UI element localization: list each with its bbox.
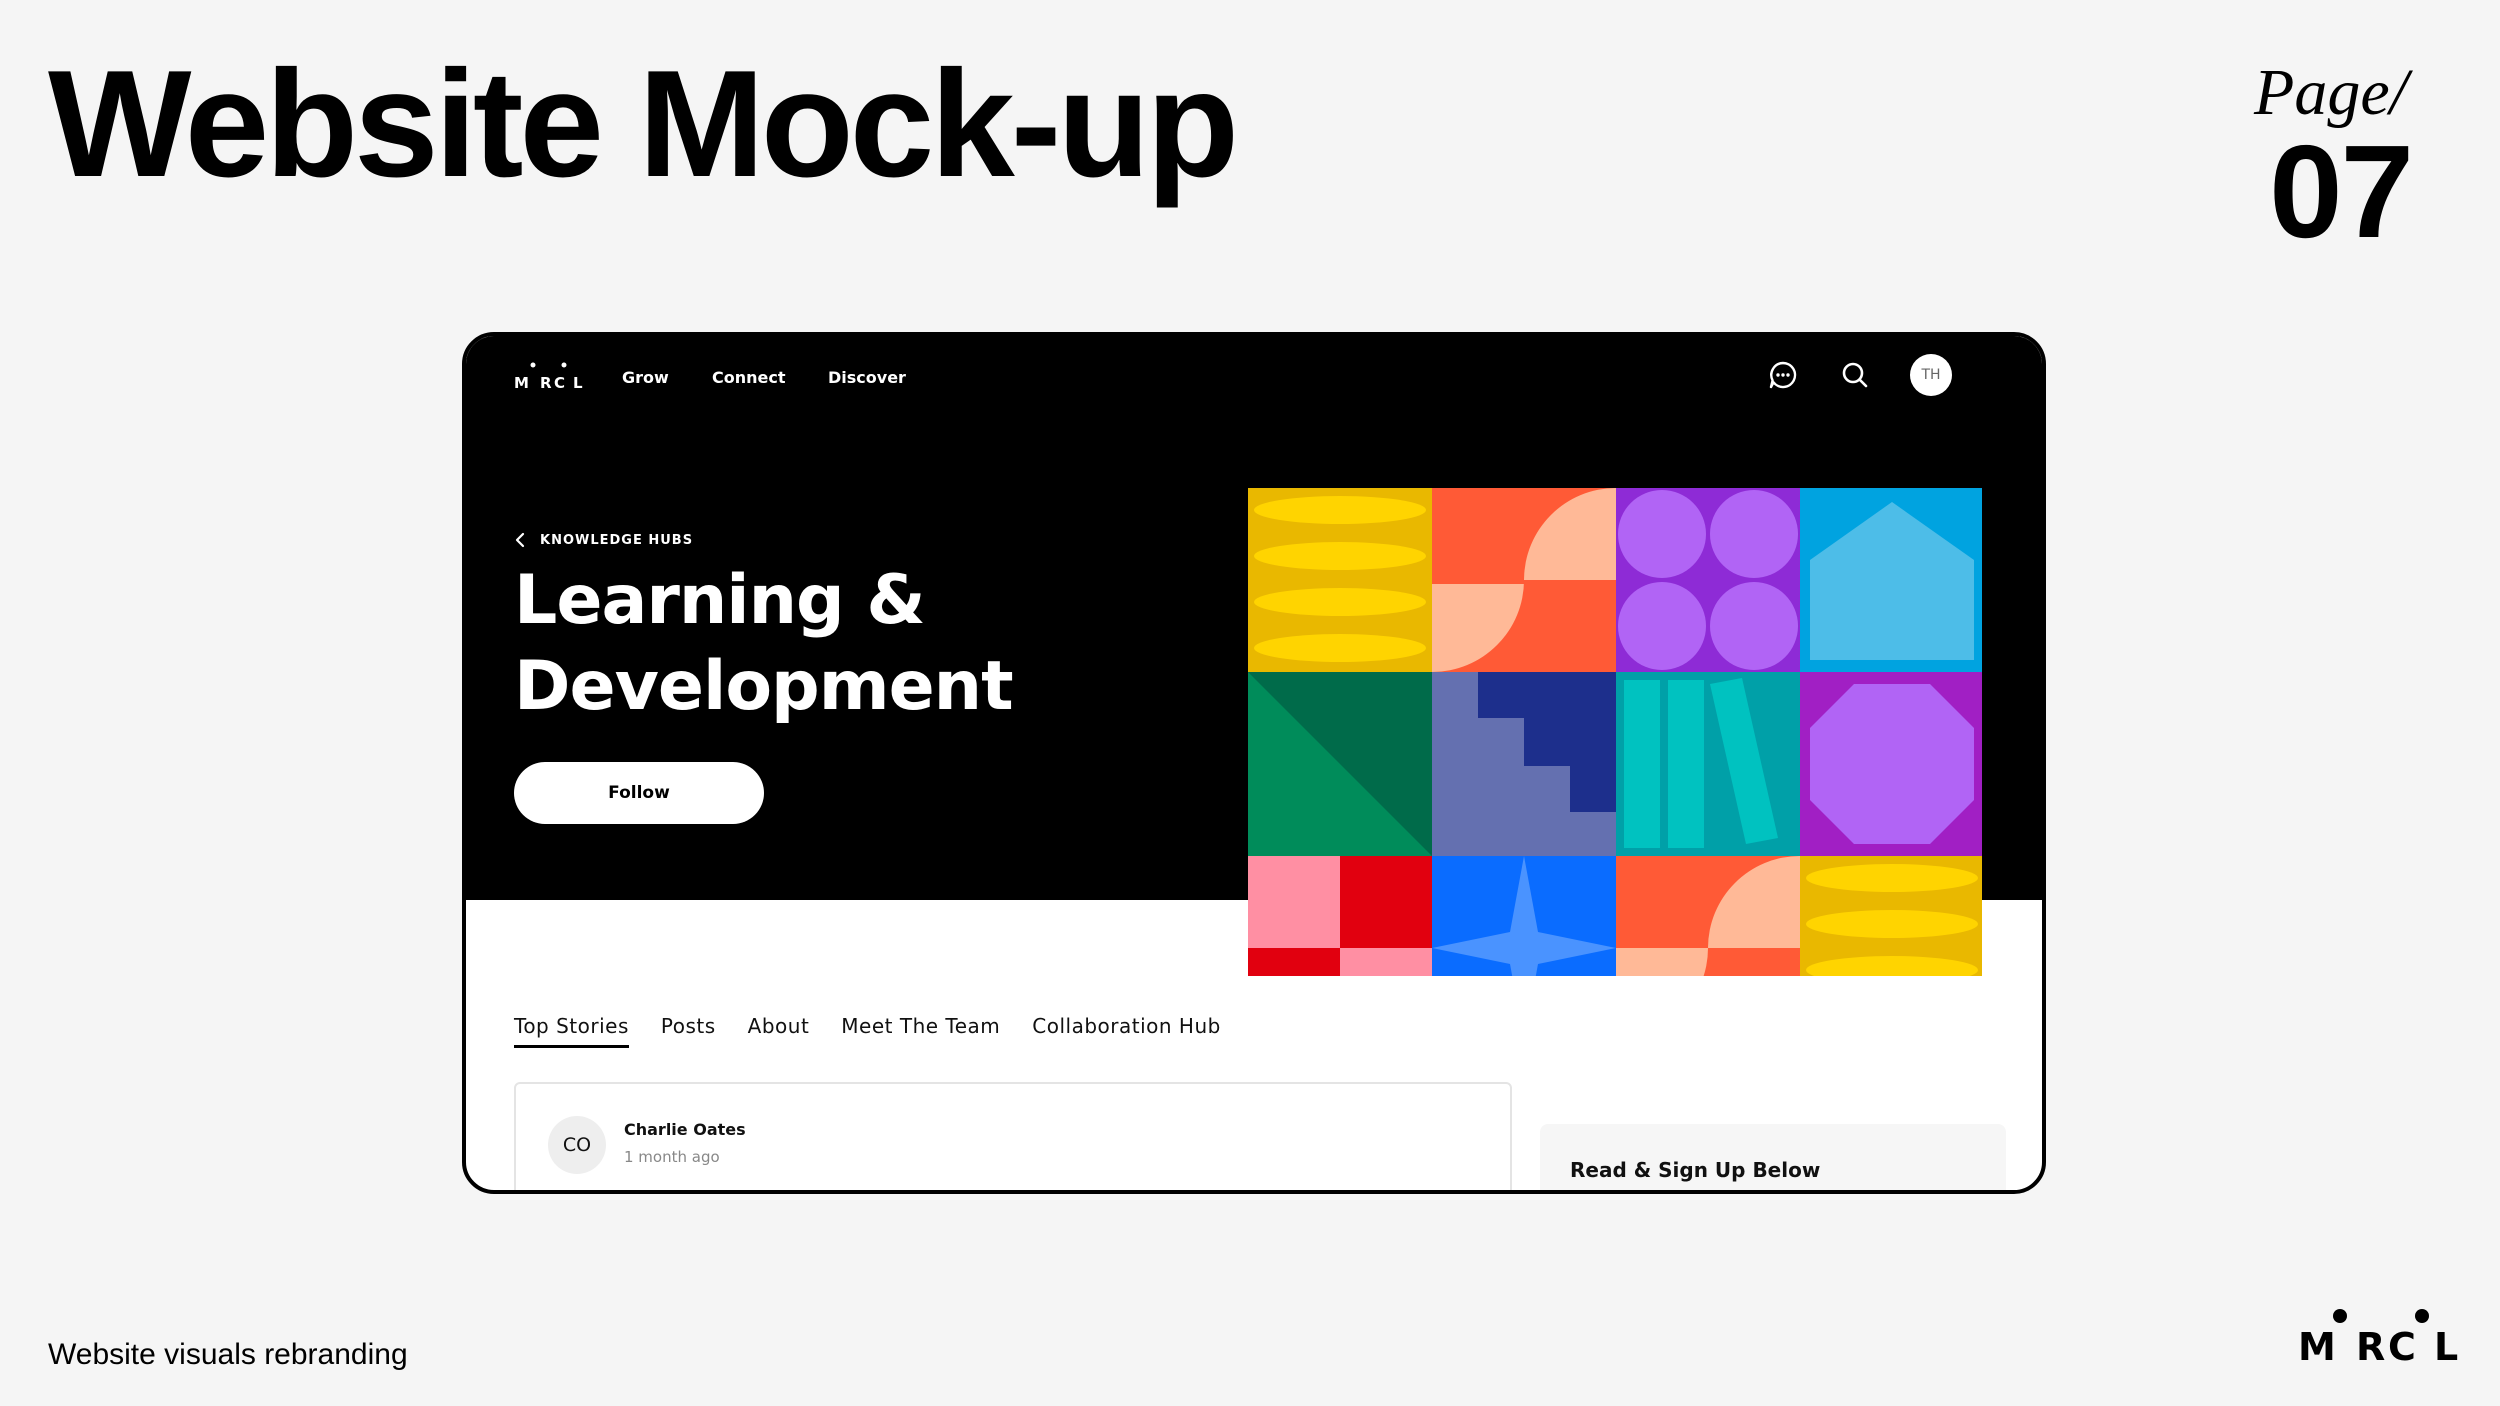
tab-meet-the-team[interactable]: Meet The Team — [841, 1008, 1000, 1044]
tab-top-stories[interactable]: Top Stories — [514, 1008, 629, 1048]
breadcrumb[interactable]: KNOWLEDGE HUBS — [514, 532, 693, 548]
mrcl-logo[interactable]: M R C L — [514, 356, 584, 392]
logo-letter-c: C — [554, 374, 565, 392]
nav-link-discover[interactable]: Discover — [828, 370, 906, 386]
logo-letter-m: M — [514, 374, 529, 392]
page-label: Page/ 07 — [2254, 56, 2414, 265]
tab-posts[interactable]: Posts — [661, 1008, 716, 1044]
page-number: 07 — [2269, 118, 2414, 265]
brand-letter-m: M — [2298, 1325, 2336, 1368]
nav-link-grow[interactable]: Grow — [622, 370, 669, 386]
brand-letter-l: L — [2434, 1325, 2458, 1368]
hub-tabs: Top Stories Posts About Meet The Team Co… — [514, 1008, 1221, 1048]
user-avatar[interactable]: TH — [1910, 354, 1952, 396]
tab-about[interactable]: About — [748, 1008, 810, 1044]
follow-button[interactable]: Follow — [514, 762, 764, 824]
top-nav: M R C L Grow Connect Discover TH — [466, 336, 2042, 416]
geometric-hero-artwork — [1248, 488, 1982, 976]
hub-title: Learning & Development — [514, 561, 1014, 726]
mrcl-brand-logo: M R C L — [2298, 1309, 2458, 1368]
post-timestamp: 1 month ago — [624, 1148, 720, 1166]
post-author-name[interactable]: Charlie Oates — [624, 1120, 746, 1139]
signup-card: Read & Sign Up Below — [1540, 1124, 2006, 1190]
post-author-avatar: CO — [548, 1116, 606, 1174]
chevron-left-icon — [515, 532, 525, 548]
logo-letter-r: R — [540, 374, 552, 392]
post-card[interactable]: CO Charlie Oates 1 month ago — [514, 1082, 1512, 1190]
chat-icon[interactable] — [1766, 358, 1800, 392]
tab-collaboration-hub[interactable]: Collaboration Hub — [1032, 1008, 1221, 1044]
logo-letter-l: L — [573, 374, 583, 392]
brand-letter-c: C — [2388, 1325, 2416, 1368]
search-icon[interactable] — [1838, 358, 1872, 392]
breadcrumb-label: KNOWLEDGE HUBS — [540, 532, 694, 548]
nav-link-connect[interactable]: Connect — [712, 370, 786, 386]
page-word: Page/ — [2254, 56, 2408, 129]
slide-title: Website Mock-up — [48, 39, 1239, 209]
signup-card-title: Read & Sign Up Below — [1570, 1158, 1821, 1182]
slide-footer: Website visuals rebranding — [48, 1338, 408, 1371]
website-mockup: M R C L Grow Connect Discover TH KNOWLED… — [462, 332, 2046, 1194]
brand-letter-r: R — [2356, 1325, 2385, 1368]
